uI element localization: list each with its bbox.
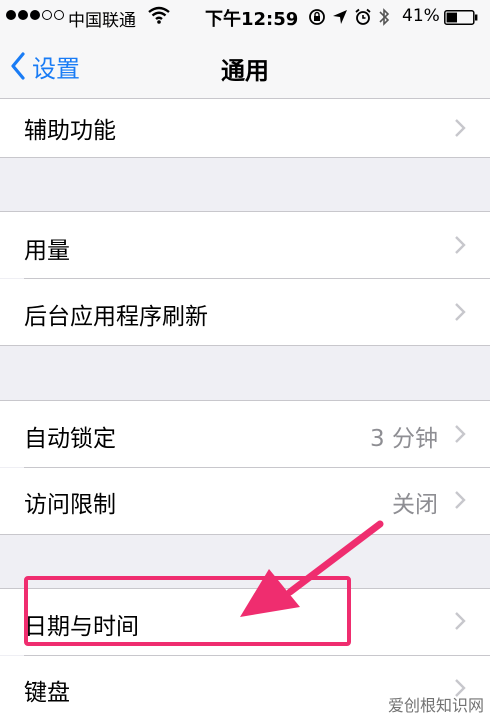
row-label: 辅助功能 — [24, 118, 116, 144]
row-background-app-refresh[interactable]: 后台应用程序刷新 — [0, 279, 490, 345]
bluetooth-icon — [379, 8, 390, 26]
battery-icon — [444, 10, 478, 25]
status-bar: 中国联通 下午12:59 41% — [0, 0, 490, 34]
row-label: 后台应用程序刷新 — [24, 304, 208, 330]
chevron-right-icon — [455, 491, 466, 509]
auto-lock-value: 3 分钟 — [370, 426, 438, 452]
wifi-icon — [148, 6, 170, 24]
carrier-name: 中国联通 — [68, 11, 136, 31]
navigation-bar: 设置 通用 — [0, 34, 490, 99]
rotation-lock-icon — [309, 9, 325, 25]
restrictions-value: 关闭 — [392, 492, 438, 518]
chevron-right-icon — [455, 236, 466, 254]
row-label: 访问限制 — [24, 492, 116, 518]
row-restrictions[interactable]: 访问限制 关闭 — [0, 468, 490, 534]
signal-strength-icon — [6, 10, 64, 20]
battery-percent: 41% — [402, 6, 440, 26]
highlight-box — [24, 576, 351, 646]
row-label: 键盘 — [24, 680, 70, 706]
chevron-right-icon — [455, 425, 466, 443]
page-title: 通用 — [221, 57, 269, 85]
alarm-icon — [355, 8, 371, 25]
row-label: 自动锁定 — [24, 426, 116, 452]
row-accessibility[interactable]: 辅助功能 — [0, 99, 490, 157]
row-usage[interactable]: 用量 — [0, 212, 490, 278]
chevron-right-icon — [455, 612, 466, 630]
chevron-right-icon — [455, 119, 466, 137]
location-icon — [333, 10, 347, 24]
row-label: 用量 — [24, 238, 70, 264]
row-auto-lock[interactable]: 自动锁定 3 分钟 — [0, 401, 490, 467]
watermark: 爱创根知识网 — [387, 696, 484, 715]
chevron-right-icon — [455, 303, 466, 321]
status-time: 下午12:59 — [205, 9, 299, 30]
